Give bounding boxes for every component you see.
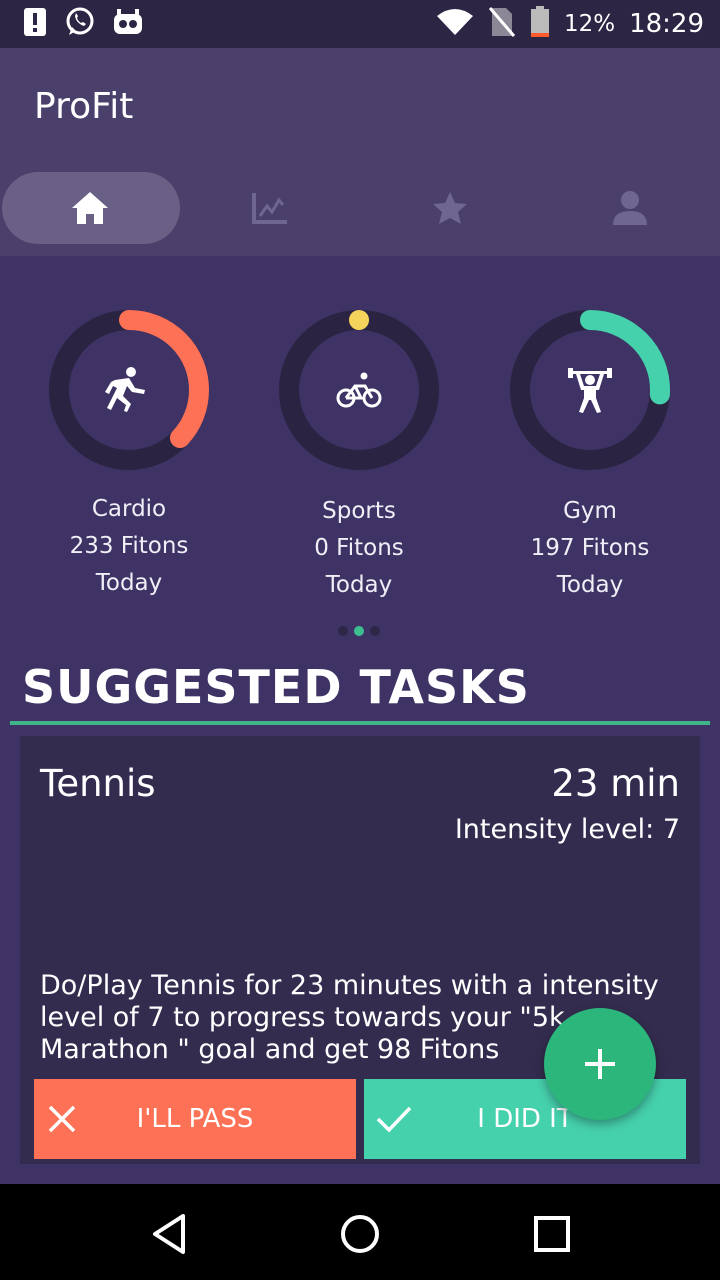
plus-icon (585, 1049, 615, 1079)
home-nav-icon[interactable] (338, 1212, 382, 1256)
add-task-button[interactable] (544, 1008, 656, 1120)
activity-period: Today (325, 572, 393, 598)
gym-ring[interactable] (510, 310, 670, 470)
profile-icon (613, 191, 647, 225)
did-it-button-label: I DID IT (477, 1104, 573, 1134)
tab-favorites[interactable] (360, 172, 540, 244)
page-dot (370, 626, 380, 636)
robot-icon (112, 8, 144, 40)
tab-bar (0, 172, 720, 244)
tab-stats[interactable] (180, 172, 360, 244)
battery-percent: 12% (563, 11, 616, 37)
home-icon (72, 192, 108, 224)
close-icon (48, 1105, 76, 1133)
alert-icon (22, 7, 48, 41)
task-name: Tennis (40, 762, 156, 805)
cardio-ring[interactable] (49, 310, 209, 470)
tab-profile[interactable] (540, 172, 720, 244)
cycling-icon (336, 372, 382, 408)
sports-label: Sports 0 Fitons Today (249, 493, 469, 604)
back-icon[interactable] (147, 1212, 191, 1256)
system-nav-bar (0, 1184, 720, 1280)
app-bar: ProFit (0, 48, 720, 256)
no-sim-icon (488, 6, 516, 42)
whatsapp-icon (64, 6, 96, 42)
section-title: SUGGESTED TASKS (22, 660, 530, 714)
gym-label: Gym 197 Fitons Today (480, 493, 700, 604)
activity-fitons: 233 Fitons (69, 533, 189, 559)
star-icon (433, 192, 467, 224)
app-title: ProFit (34, 86, 134, 127)
chart-icon (252, 193, 287, 224)
activity-name: Sports (322, 498, 396, 524)
activity-name: Cardio (91, 496, 167, 522)
clock: 18:29 (629, 9, 704, 39)
status-bar: 12% 18:29 (0, 0, 720, 48)
sports-ring[interactable] (279, 310, 439, 470)
battery-icon (530, 6, 550, 42)
page-dot-active (354, 626, 364, 636)
wifi-icon (436, 8, 474, 40)
cardio-label: Cardio 233 Fitons Today (19, 491, 239, 602)
recents-icon[interactable] (530, 1212, 574, 1256)
activity-period: Today (95, 570, 163, 596)
activity-period: Today (556, 572, 624, 598)
activity-fitons: 197 Fitons (530, 535, 650, 561)
pass-button[interactable]: I'LL PASS (34, 1079, 356, 1159)
running-icon (105, 367, 145, 412)
page-dot (338, 626, 348, 636)
activity-name: Gym (563, 498, 617, 524)
activity-fitons: 0 Fitons (314, 535, 404, 561)
section-divider (10, 721, 710, 725)
task-intensity: Intensity level: 7 (454, 814, 680, 845)
check-icon (376, 1106, 412, 1133)
weightlifting-icon (568, 368, 612, 413)
page-indicator (338, 626, 380, 636)
task-duration: 23 min (551, 762, 680, 805)
tab-home[interactable] (0, 172, 180, 244)
pass-button-label: I'LL PASS (136, 1104, 254, 1134)
